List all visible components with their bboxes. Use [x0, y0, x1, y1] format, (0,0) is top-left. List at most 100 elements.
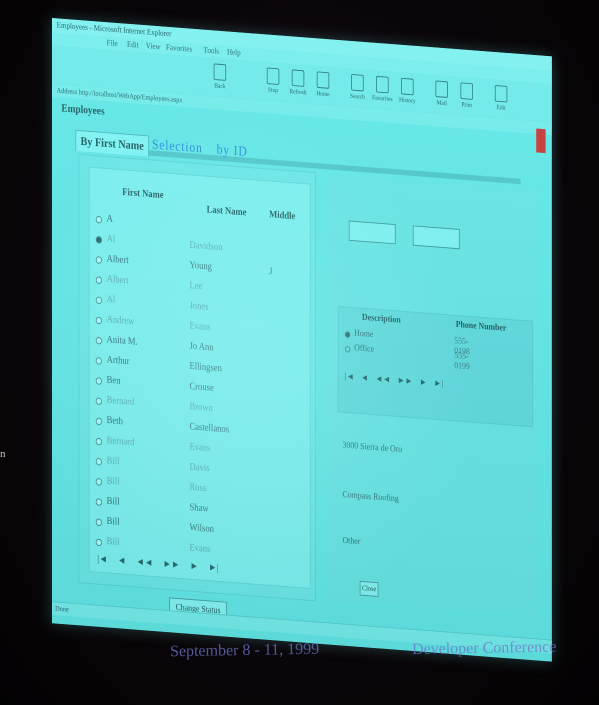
- other-label: Other: [342, 535, 361, 547]
- radio-button-icon[interactable]: [95, 498, 102, 507]
- radio-button-icon[interactable]: [95, 397, 102, 406]
- name-input[interactable]: [412, 225, 460, 250]
- heading-left: Selection: [151, 137, 203, 157]
- menu-view[interactable]: View: [146, 41, 161, 51]
- toolbar-refresh-button[interactable]: Refresh: [286, 69, 309, 100]
- last-name-cell: Ellingsen: [189, 360, 222, 375]
- first-name-cell: Bill: [106, 455, 120, 468]
- radio-button-icon[interactable]: [95, 518, 102, 527]
- radio-button-icon[interactable]: [95, 377, 102, 385]
- caption-right: Developer Conference: [411, 638, 557, 659]
- toolbar-home-label: Home: [316, 89, 330, 99]
- menu-edit[interactable]: Edit: [127, 39, 139, 49]
- phone-grid: Description Phone Number Home 555-0198 O…: [337, 305, 534, 428]
- stop-icon: [266, 67, 280, 85]
- middle-cell: J: [269, 265, 273, 278]
- last-name-cell: Evans: [189, 441, 211, 454]
- first-name-cell: Andrew: [106, 313, 135, 327]
- detail-panel: Description Phone Number Home 555-0198 O…: [326, 173, 540, 617]
- first-name-cell: Al: [106, 233, 116, 245]
- col-header-first[interactable]: First Name: [122, 187, 163, 201]
- page-title: Employees: [61, 101, 105, 118]
- print-icon: [460, 82, 473, 100]
- last-name-cell: Young: [189, 259, 212, 273]
- menu-help[interactable]: Help: [227, 47, 241, 57]
- radio-button-icon[interactable]: [95, 437, 102, 446]
- menu-tools[interactable]: Tools: [204, 45, 220, 55]
- company-label: Compass Roofing: [342, 489, 399, 505]
- caption-left: September 8 - 11, 1999: [169, 640, 320, 661]
- close-button[interactable]: Close: [359, 580, 379, 597]
- tab-by-first-name[interactable]: By First Name: [75, 129, 149, 157]
- first-name-cell: Ben: [106, 374, 121, 387]
- toolbar-edit-button[interactable]: Edit: [489, 85, 512, 116]
- search-icon: [351, 73, 364, 92]
- menu-file[interactable]: File: [107, 38, 118, 48]
- radio-button-icon[interactable]: [95, 457, 102, 466]
- mail-icon: [435, 80, 448, 98]
- last-name-cell: Brown: [189, 400, 213, 414]
- radio-button-icon[interactable]: [95, 356, 102, 365]
- toolbar-search-button[interactable]: Search: [346, 73, 369, 105]
- col-header-last[interactable]: Last Name: [207, 204, 247, 218]
- employee-panel: First Name Last Name Middle A Al Davidson A…: [78, 153, 316, 602]
- radio-button-icon[interactable]: [95, 215, 102, 224]
- radio-button-icon[interactable]: [95, 417, 102, 426]
- last-name-cell: Shaw: [189, 501, 209, 515]
- toolbar-back-button[interactable]: Back: [208, 63, 231, 94]
- toolbar-mail-button[interactable]: Mail: [430, 80, 453, 111]
- status-text: Done: [55, 604, 69, 614]
- radio-button-icon[interactable]: [95, 478, 102, 486]
- side-mark: n: [0, 448, 6, 460]
- first-name-cell: Bill: [106, 495, 120, 508]
- home-icon: [316, 71, 330, 89]
- toolbar-favorites-button[interactable]: Favorites: [371, 75, 394, 106]
- toolbar-mail-label: Mail: [436, 98, 447, 108]
- first-name-cell: A: [106, 212, 113, 225]
- first-name-cell: Arthur: [106, 354, 130, 367]
- menu-favorites[interactable]: Favorites: [166, 42, 192, 53]
- first-name-cell: Bernard: [106, 434, 135, 448]
- last-name-cell: Evans: [189, 320, 211, 333]
- radio-button-icon[interactable]: [95, 316, 102, 325]
- col-header-middle[interactable]: Middle: [269, 209, 295, 222]
- toolbar-favorites-label: Favorites: [372, 93, 393, 103]
- last-name-cell: Wilson: [189, 521, 214, 535]
- address-label: 3000 Sierra de Oro: [342, 440, 403, 455]
- heading-right: by ID: [216, 142, 248, 160]
- radio-button-icon[interactable]: [95, 276, 102, 285]
- radio-button-icon[interactable]: [344, 331, 351, 339]
- radio-button-icon[interactable]: [95, 538, 102, 547]
- radio-button-icon[interactable]: [95, 235, 102, 244]
- back-arrow-icon: [213, 63, 227, 81]
- toolbar-print-label: Print: [461, 100, 473, 109]
- stage-caption: September 8 - 11, 1999 Developer Confere…: [169, 639, 557, 662]
- phone-navigator[interactable]: |◄ ◄ ◄◄ ►► ► ►|: [345, 372, 443, 390]
- employee-rows: A Al Davidson Albert Young J Albert Lee Al Jones A…: [89, 168, 309, 555]
- toolbar-home-button[interactable]: Home: [311, 71, 334, 102]
- radio-button-icon[interactable]: [344, 345, 351, 353]
- first-name-cell: Anita M.: [106, 333, 138, 348]
- toolbar-refresh-label: Refresh: [289, 87, 307, 97]
- radio-button-icon[interactable]: [95, 256, 102, 264]
- phone-description: Home: [354, 328, 374, 340]
- toolbar-stop-button[interactable]: Stop: [261, 67, 284, 98]
- refresh-icon: [291, 69, 305, 87]
- col-header-description[interactable]: Description: [362, 312, 401, 325]
- first-name-cell: Bernard: [106, 394, 135, 408]
- toolbar-stop-label: Stop: [268, 85, 279, 95]
- col-header-phone-number[interactable]: Phone Number: [456, 320, 507, 334]
- radio-button-icon[interactable]: [95, 336, 102, 345]
- last-name-cell: Ross: [189, 481, 207, 494]
- last-name-cell: Crouse: [189, 380, 214, 394]
- toolbar-history-button[interactable]: History: [396, 77, 419, 108]
- first-name-cell: Bill: [106, 515, 120, 528]
- toolbar-edit-label: Edit: [496, 103, 506, 112]
- first-name-cell: Bill: [106, 535, 120, 548]
- id-input[interactable]: [348, 220, 396, 245]
- radio-button-icon[interactable]: [95, 296, 102, 305]
- window-edge-marker: [536, 128, 546, 154]
- last-name-cell: Evans: [189, 542, 211, 555]
- toolbar-search-label: Search: [349, 92, 365, 101]
- toolbar-print-button[interactable]: Print: [455, 82, 478, 113]
